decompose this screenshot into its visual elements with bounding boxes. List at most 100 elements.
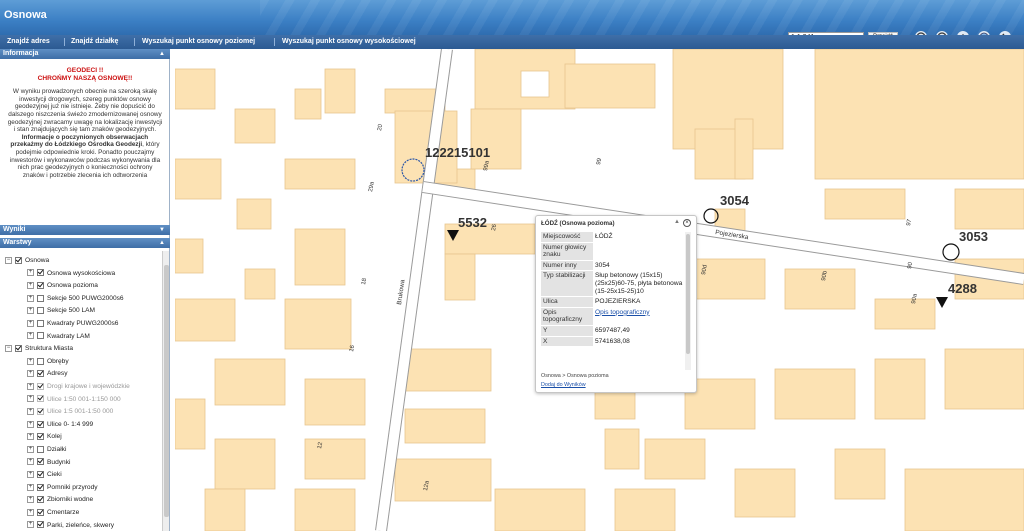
layer-item[interactable]: + Parki, zieleńce, skwery	[27, 520, 114, 531]
layer-item[interactable]: + Sekcje 500 LAM	[27, 305, 95, 317]
layer-item[interactable]: + Kwadraty PUWG2000s6	[27, 318, 118, 330]
layer-checkbox[interactable]	[37, 382, 44, 390]
address-number: 16	[349, 344, 356, 352]
scrollbar-thumb[interactable]	[164, 265, 169, 517]
expand-tree-icon[interactable]: +	[27, 470, 34, 478]
layer-checkbox[interactable]	[37, 294, 44, 302]
collapse-icon[interactable]: ▲	[159, 238, 165, 248]
find-vertical-point-button[interactable]: Wyszukaj punkt osnowy wysokościowej	[282, 38, 416, 45]
layer-item[interactable]: − Struktura Miasta	[5, 343, 73, 355]
layer-label: Cmentarze	[47, 509, 80, 516]
layer-checkbox[interactable]	[37, 357, 44, 365]
expand-tree-icon[interactable]: +	[27, 357, 34, 365]
layer-item[interactable]: + Kwadraty LAM	[27, 331, 90, 343]
layer-item[interactable]: + Obręby	[27, 356, 69, 368]
expand-tree-icon[interactable]: +	[27, 483, 34, 491]
attribute-value: POJEZIERSKA	[593, 296, 687, 308]
layer-checkbox[interactable]	[37, 508, 44, 516]
expand-tree-icon[interactable]: +	[27, 319, 34, 327]
expand-tree-icon[interactable]: +	[27, 521, 34, 529]
layer-checkbox[interactable]	[37, 319, 44, 327]
layer-checkbox[interactable]	[37, 370, 44, 378]
find-address-button[interactable]: Znajdź adres	[7, 38, 50, 45]
expand-tree-icon[interactable]: +	[27, 382, 34, 390]
close-icon[interactable]: ×	[683, 219, 691, 227]
collapse-icon[interactable]: ▲	[159, 49, 165, 59]
layer-checkbox[interactable]	[37, 496, 44, 504]
layer-label: Budynki	[47, 458, 71, 466]
layer-checkbox[interactable]	[15, 256, 22, 264]
layer-checkbox[interactable]	[37, 420, 44, 428]
layer-checkbox[interactable]	[37, 433, 44, 441]
expand-tree-icon[interactable]: +	[27, 445, 34, 453]
layer-label: Ulice 0- 1:4 999	[47, 420, 94, 428]
add-to-results-link[interactable]: Dodaj do Wyników	[541, 382, 586, 388]
scrollbar-thumb[interactable]	[686, 234, 690, 354]
layer-item[interactable]: + Adresy	[27, 368, 68, 380]
info-text: W wyniku prowadzonych obecnie na szeroką…	[7, 88, 163, 179]
info-text-bold: Informacje o poczynionych obserwacjach p…	[10, 133, 149, 149]
building	[175, 298, 236, 342]
find-horizontal-point-button[interactable]: Wyszukaj punkt osnowy poziomej	[142, 38, 255, 45]
expand-tree-icon[interactable]: +	[27, 407, 34, 415]
building	[834, 448, 886, 500]
layer-item[interactable]: + Budynki	[27, 457, 70, 469]
layer-item[interactable]: + Kolej	[27, 431, 62, 443]
expand-tree-icon[interactable]: +	[27, 395, 34, 403]
layer-item[interactable]: + Cieki	[27, 469, 62, 481]
expand-tree-icon[interactable]: +	[27, 433, 34, 441]
layer-checkbox[interactable]	[37, 395, 44, 403]
layer-item[interactable]: + Ulice 1:50 001-1:150 000	[27, 394, 121, 406]
layer-item[interactable]: + Osnowa wysokościowa	[27, 268, 115, 280]
layer-checkbox[interactable]	[37, 307, 44, 315]
layer-item[interactable]: + Działki	[27, 444, 66, 456]
layer-checkbox[interactable]	[37, 269, 44, 277]
expand-tree-icon[interactable]: +	[27, 370, 34, 378]
layer-item[interactable]: − Osnowa	[5, 255, 49, 267]
layers-panel-header[interactable]: Warstwy ▲	[0, 238, 170, 248]
layer-checkbox[interactable]	[37, 483, 44, 491]
layer-item[interactable]: + Ulice 1:5 001-1:50 000	[27, 406, 113, 418]
layer-tree-scrollbar[interactable]	[162, 251, 169, 531]
expand-tree-icon[interactable]: +	[27, 294, 34, 302]
layer-item[interactable]: + Cmentarze	[27, 507, 79, 519]
courtyard	[520, 70, 550, 98]
minimize-icon[interactable]: ▲	[674, 219, 680, 225]
expand-tree-icon[interactable]: +	[27, 332, 34, 340]
expand-tree-icon[interactable]: +	[27, 458, 34, 466]
collapse-tree-icon[interactable]: −	[5, 256, 12, 264]
layer-checkbox[interactable]	[37, 470, 44, 478]
layer-item[interactable]: + Sekcje 500 PUWG2000s6	[27, 293, 124, 305]
layer-item[interactable]: + Zbiorniki wodne	[27, 494, 93, 506]
layer-checkbox[interactable]	[37, 445, 44, 453]
info-panel-header[interactable]: Informacja ▲	[0, 49, 170, 59]
collapse-tree-icon[interactable]: −	[5, 344, 12, 352]
expand-tree-icon[interactable]: +	[27, 496, 34, 504]
address-number: 20	[377, 123, 384, 131]
find-parcel-button[interactable]: Znajdź działkę	[71, 38, 118, 45]
expand-tree-icon[interactable]: +	[27, 307, 34, 315]
main-toolbar: Znajdź adres Znajdź działkę Wyszukaj pun…	[0, 35, 1024, 49]
layer-checkbox[interactable]	[37, 332, 44, 340]
layer-checkbox[interactable]	[15, 344, 22, 352]
expand-tree-icon[interactable]: +	[27, 269, 34, 277]
results-panel-header[interactable]: Wyniki ▼	[0, 225, 170, 235]
expand-tree-icon[interactable]: +	[27, 281, 34, 289]
attribute-key: X	[541, 336, 593, 348]
layer-checkbox[interactable]	[37, 407, 44, 415]
popup-scrollbar[interactable]	[685, 232, 691, 370]
layer-item[interactable]: + Drogi krajowe i wojewódzkie	[27, 381, 130, 393]
layer-item[interactable]: + Osnowa pozioma	[27, 280, 98, 292]
horizontal-control-point-marker[interactable]	[936, 297, 948, 308]
expand-tree-icon[interactable]: +	[27, 508, 34, 516]
expand-tree-icon[interactable]: +	[27, 420, 34, 428]
control-point-label: 122215101	[425, 145, 490, 160]
layer-checkbox[interactable]	[37, 458, 44, 466]
topographic-description-link[interactable]: Opis topograficzny	[595, 309, 650, 316]
collapse-icon[interactable]: ▼	[159, 225, 165, 235]
layer-item[interactable]: + Ulice 0- 1:4 999	[27, 419, 93, 431]
layer-item[interactable]: + Pomniki przyrody	[27, 482, 98, 494]
layer-checkbox[interactable]	[37, 521, 44, 529]
control-point-circle[interactable]	[942, 243, 960, 261]
layer-checkbox[interactable]	[37, 281, 44, 289]
